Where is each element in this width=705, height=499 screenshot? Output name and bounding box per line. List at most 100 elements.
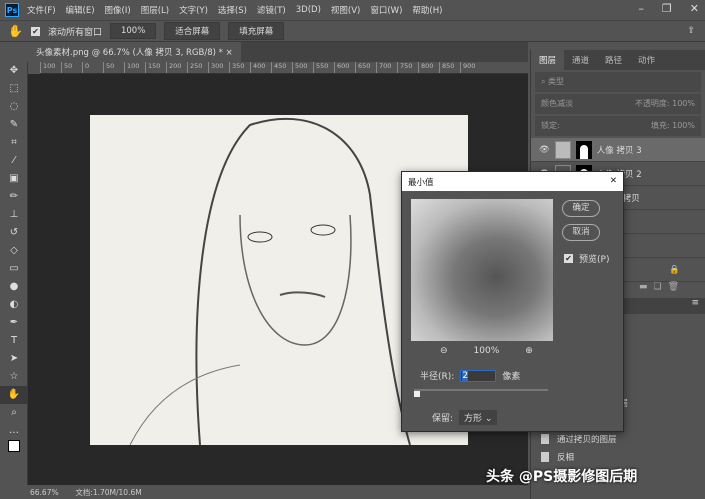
path-select-icon[interactable]: ➤: [0, 350, 28, 368]
menu-select[interactable]: 选择(S): [218, 4, 247, 16]
blur-icon[interactable]: ●: [0, 278, 28, 296]
close-tab-icon[interactable]: ×: [226, 48, 233, 58]
blend-opacity-row: 颜色减淡 不透明度: 100%: [535, 94, 701, 114]
menu-help[interactable]: 帮助(H): [412, 4, 442, 16]
crop-tool-icon[interactable]: ⌗: [0, 134, 28, 152]
ruler-tick: 400: [250, 62, 271, 73]
zoom-out-icon[interactable]: ⊖: [440, 346, 448, 356]
ok-button[interactable]: 确定: [562, 200, 600, 217]
history-item[interactable]: 反相: [531, 448, 705, 466]
ruler-tick: 650: [355, 62, 376, 73]
share-icon[interactable]: ⇪: [687, 26, 695, 36]
tab-layers[interactable]: 图层: [531, 50, 565, 70]
marquee-tool-icon[interactable]: ⬚: [0, 80, 28, 98]
move-tool-icon[interactable]: ✥: [0, 62, 28, 80]
radius-slider-thumb[interactable]: [413, 391, 420, 397]
history-item[interactable]: 通过拷贝的图层: [531, 430, 705, 448]
healing-brush-icon[interactable]: ▣: [0, 170, 28, 188]
radius-value: 2: [462, 370, 469, 381]
preview-checkbox[interactable]: ✔: [564, 254, 573, 263]
ruler-tick: 0: [82, 62, 103, 73]
layer-row[interactable]: 👁 人像 拷贝 3: [531, 138, 705, 162]
dialog-titlebar: 最小值 ✕: [402, 172, 623, 191]
history-label: 通过拷贝的图层: [557, 435, 617, 445]
menu-3d[interactable]: 3D(D): [296, 5, 321, 15]
ruler-tick: 600: [334, 62, 355, 73]
fill-screen-button[interactable]: 填充屏幕: [228, 22, 285, 40]
menu-edit[interactable]: 编辑(E): [66, 4, 95, 16]
fit-screen-button[interactable]: 适合屏幕: [164, 22, 221, 40]
menu-type[interactable]: 文字(Y): [179, 4, 208, 16]
radius-slider[interactable]: [413, 389, 548, 397]
opacity-field[interactable]: 不透明度: 100%: [635, 98, 695, 110]
preserve-select[interactable]: 方形 ⌄: [459, 410, 498, 425]
preserve-label: 保留:: [432, 414, 454, 424]
brush-tool-icon[interactable]: ✏: [0, 188, 28, 206]
restore-icon[interactable]: ❐: [662, 2, 672, 15]
new-layer-icon[interactable]: ❏: [653, 282, 667, 292]
radius-label: 半径(R):: [420, 372, 455, 382]
ruler-tick: 150: [145, 62, 166, 73]
minimize-icon[interactable]: –: [638, 2, 644, 15]
type-tool-icon[interactable]: T: [0, 332, 28, 350]
shape-tool-icon[interactable]: ☆: [0, 368, 28, 386]
zoom-tool-icon[interactable]: ⌕: [0, 404, 28, 422]
menu-file[interactable]: 文件(F): [27, 4, 56, 16]
ruler-tick: 800: [418, 62, 439, 73]
tools-panel: ✥ ⬚ ◌ ✎ ⌗ ⁄ ▣ ✏ ⊥ ↺ ◇ ▭ ● ◐ ✒ T ➤ ☆ ✋ ⌕ …: [0, 62, 28, 485]
dialog-close-icon[interactable]: ✕: [610, 176, 617, 187]
quick-select-icon[interactable]: ✎: [0, 116, 28, 134]
lock-icon: 🔒: [669, 264, 680, 275]
menu-window[interactable]: 窗口(W): [370, 4, 402, 16]
history-label: 反相: [557, 453, 575, 463]
eye-icon[interactable]: 👁: [539, 145, 550, 155]
minimum-filter-dialog: 最小值 ✕ 确定 取消 ✔ 预览(P) ⊖ 100% ⊕ 半径(R): 2 像素 保留: 方形…: [401, 171, 624, 432]
stamp-tool-icon[interactable]: ⊥: [0, 206, 28, 224]
status-bar: 66.67% 文档:1.70M/10.6M: [0, 485, 528, 499]
menu-view[interactable]: 视图(V): [331, 4, 360, 16]
delete-icon[interactable]: 🗑: [668, 282, 685, 292]
menu-image[interactable]: 图像(I): [105, 4, 131, 16]
zoom-in-icon[interactable]: ⊕: [525, 346, 533, 356]
ruler-tick: 300: [208, 62, 229, 73]
panel-menu-icon[interactable]: ≡: [691, 298, 699, 308]
blend-mode-select[interactable]: 颜色减淡: [541, 98, 573, 110]
menu-filter[interactable]: 滤镜(T): [257, 4, 286, 16]
history-brush-icon[interactable]: ↺: [0, 224, 28, 242]
eraser-icon[interactable]: ◇: [0, 242, 28, 260]
zoom-readout[interactable]: 66.67%: [30, 488, 59, 497]
cancel-button[interactable]: 取消: [562, 224, 600, 241]
gradient-icon[interactable]: ▭: [0, 260, 28, 278]
more-tools-icon[interactable]: …: [0, 422, 28, 440]
history-doc-icon: [541, 434, 549, 444]
checkbox-scroll-all[interactable]: ✔: [30, 26, 40, 36]
lasso-tool-icon[interactable]: ◌: [0, 98, 28, 116]
close-icon[interactable]: ✕: [690, 2, 699, 15]
zoom-100-button[interactable]: 100%: [109, 23, 157, 39]
filter-preview[interactable]: [411, 199, 553, 341]
ruler-tick: 50: [103, 62, 124, 73]
ruler-tick: 100: [124, 62, 145, 73]
layer-filter[interactable]: ⌕ 类型: [535, 72, 701, 92]
tab-actions[interactable]: 动作: [630, 50, 663, 70]
tab-paths[interactable]: 路径: [597, 50, 630, 70]
doc-size: 文档:1.70M/10.6M: [75, 488, 142, 497]
horizontal-ruler: 100 50 0 50 100 150 200 250 300 350 400 450 500 550 60…: [40, 62, 528, 74]
radius-input[interactable]: 2: [460, 369, 497, 382]
hand-tool-icon[interactable]: ✋: [0, 386, 28, 404]
ruler-tick: 50: [61, 62, 82, 73]
hand-tool-icon[interactable]: ✋: [8, 24, 23, 38]
tab-channels[interactable]: 通道: [564, 50, 597, 70]
group-icon[interactable]: ▬: [639, 282, 654, 292]
ruler-tick: 700: [376, 62, 397, 73]
document-tab[interactable]: 头像素材.png @ 66.7% (人像 拷贝 3, RGB/8) * ×: [28, 42, 241, 62]
preview-label: 预览(P): [579, 255, 610, 265]
menu-layer[interactable]: 图层(L): [141, 4, 169, 16]
color-swatches[interactable]: [0, 440, 28, 458]
pen-tool-icon[interactable]: ✒: [0, 314, 28, 332]
ruler-tick: 200: [166, 62, 187, 73]
dodge-icon[interactable]: ◐: [0, 296, 28, 314]
eyedropper-icon[interactable]: ⁄: [0, 152, 28, 170]
fill-field[interactable]: 填充: 100%: [651, 120, 695, 132]
watermark: 头条 @PS摄影修图后期: [486, 469, 638, 485]
